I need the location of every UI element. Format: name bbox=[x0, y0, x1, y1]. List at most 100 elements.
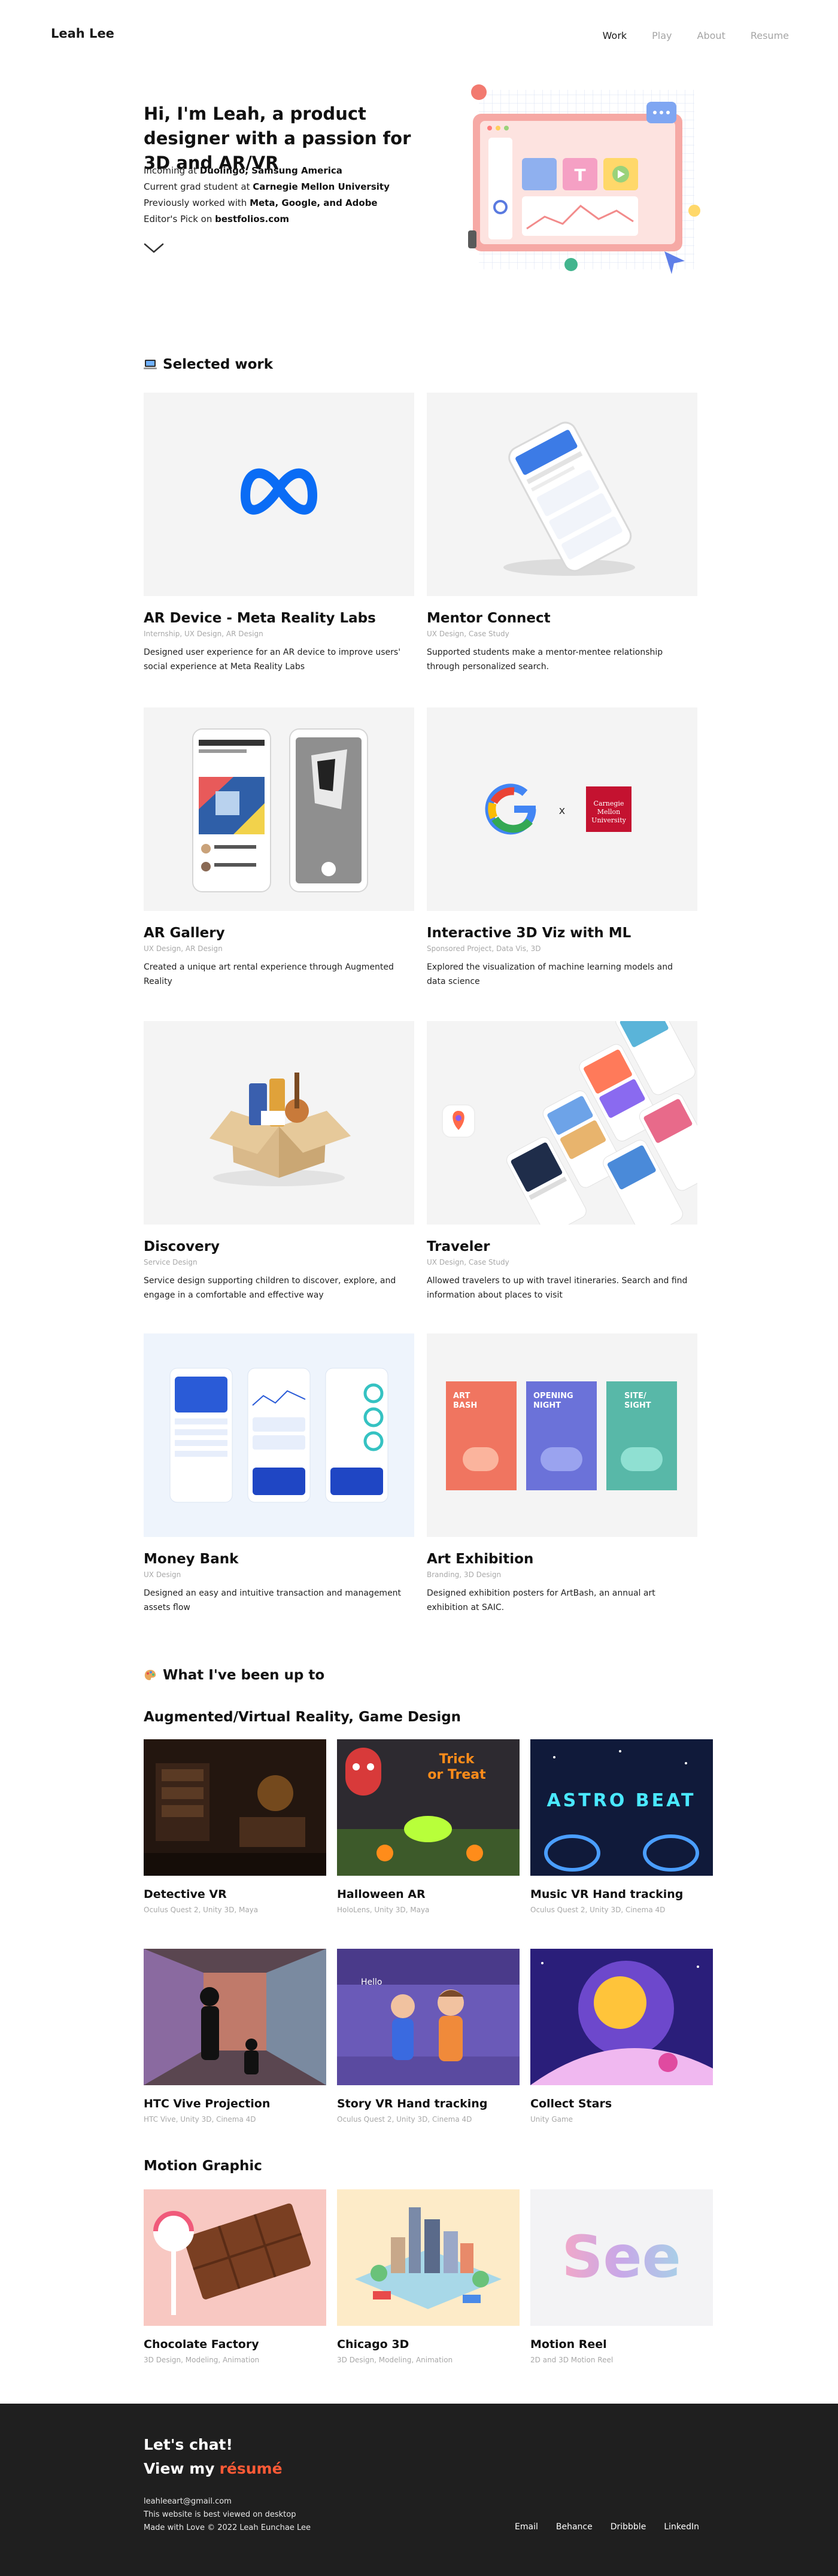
work-card-art-exhibition[interactable]: ART BASH OPENING NIGHT SITE/ SIGHT Art E… bbox=[427, 1333, 697, 1615]
svg-text:See: See bbox=[561, 2223, 681, 2291]
work-desc: Designed exhibition posters for ArtBash,… bbox=[427, 1588, 655, 1612]
footer-link-dribbble[interactable]: Dribbble bbox=[611, 2522, 646, 2532]
work-desc: Designed user experience for an AR devic… bbox=[144, 648, 401, 672]
work-thumb-google-cmu[interactable]: x Carnegie Mellon University bbox=[427, 707, 697, 911]
play-title[interactable]: Story VR Hand tracking bbox=[337, 2097, 520, 2110]
play-title[interactable]: Chicago 3D bbox=[337, 2338, 520, 2351]
play-title[interactable]: Motion Reel bbox=[530, 2338, 713, 2351]
play-thumb-chocolate[interactable] bbox=[144, 2189, 326, 2326]
phone-mockup-icon bbox=[503, 421, 635, 576]
play-title[interactable]: Halloween AR bbox=[337, 1888, 520, 1901]
footer-link-linkedin[interactable]: LinkedIn bbox=[664, 2522, 699, 2532]
play-tags: Unity Game bbox=[530, 2115, 573, 2124]
selected-work-title: Selected work bbox=[163, 357, 274, 372]
work-desc: Supported students make a mentor-mentee … bbox=[427, 648, 663, 672]
play-thumb-chicago[interactable] bbox=[337, 2189, 520, 2326]
work-title[interactable]: Interactive 3D Viz with ML bbox=[427, 925, 697, 941]
play-thumb-astrobeat[interactable]: ASTRO BEAT bbox=[530, 1739, 713, 1876]
work-thumb-art-exhibition[interactable]: ART BASH OPENING NIGHT SITE/ SIGHT bbox=[427, 1333, 697, 1537]
work-card-ar-device[interactable]: AR Device - Meta Reality Labs Internship… bbox=[144, 393, 414, 674]
play-thumb-htc[interactable] bbox=[144, 1949, 326, 2085]
footer-email[interactable]: leahleeart@gmail.com bbox=[144, 2497, 232, 2506]
svg-text:SITE/: SITE/ bbox=[624, 1392, 646, 1401]
work-desc: Created a unique art rental experience t… bbox=[144, 962, 394, 986]
chocolate-scene bbox=[144, 2189, 326, 2326]
scroll-down-chevron-icon[interactable] bbox=[144, 242, 164, 254]
play-card-chocolate-factory[interactable]: Chocolate Factory 3D Design, Modeling, A… bbox=[144, 2189, 326, 2364]
play-card-detective-vr[interactable]: Detective VR Oculus Quest 2, Unity 3D, M… bbox=[144, 1739, 326, 1914]
work-thumb-mentor[interactable] bbox=[427, 393, 697, 596]
work-title[interactable]: Traveler bbox=[427, 1239, 697, 1254]
work-thumb-money-bank[interactable] bbox=[144, 1333, 414, 1537]
work-title[interactable]: AR Gallery bbox=[144, 925, 414, 941]
play-thumb-detective[interactable] bbox=[144, 1739, 326, 1876]
toy-box-icon bbox=[210, 1073, 351, 1186]
travel-app-screens-icon bbox=[442, 1021, 697, 1225]
play-tags: 2D and 3D Motion Reel bbox=[530, 2356, 614, 2364]
svg-text:or Treat: or Treat bbox=[427, 1767, 486, 1782]
play-title[interactable]: HTC Vive Projection bbox=[144, 2097, 326, 2110]
work-title[interactable]: Money Bank bbox=[144, 1551, 414, 1567]
play-thumb-motion-reel[interactable]: See bbox=[530, 2189, 713, 2326]
svg-text:ART: ART bbox=[453, 1392, 470, 1401]
svg-text:ASTRO BEAT: ASTRO BEAT bbox=[546, 1790, 696, 1811]
work-tags: UX Design bbox=[144, 1570, 181, 1579]
play-title[interactable]: Chocolate Factory bbox=[144, 2338, 326, 2351]
work-tags: Sponsored Project, Data Vis, 3D bbox=[427, 944, 541, 953]
play-thumb-collect-stars[interactable] bbox=[530, 1949, 713, 2085]
work-card-traveler[interactable]: Traveler UX Design, Case Study Allowed t… bbox=[427, 1021, 697, 1302]
work-card-money-bank[interactable]: Money Bank UX Design Designed an easy an… bbox=[144, 1333, 414, 1615]
work-title[interactable]: Mentor Connect bbox=[427, 610, 697, 626]
projection-room-scene bbox=[144, 1949, 326, 2085]
nav-play[interactable]: Play bbox=[652, 30, 672, 41]
svg-text:Trick: Trick bbox=[439, 1752, 475, 1767]
svg-text:Hello: Hello bbox=[361, 1977, 382, 1987]
work-thumb-meta[interactable] bbox=[144, 393, 414, 596]
work-thumb-ar-gallery[interactable] bbox=[144, 707, 414, 911]
play-title[interactable]: Detective VR bbox=[144, 1888, 326, 1901]
ar-vr-heading: Augmented/Virtual Reality, Game Design bbox=[144, 1709, 461, 1725]
play-title[interactable]: Music VR Hand tracking bbox=[530, 1888, 713, 1901]
play-card-collect-stars[interactable]: Collect Stars Unity Game bbox=[530, 1949, 713, 2124]
nav-about[interactable]: About bbox=[697, 30, 725, 41]
footer-view-label: View my bbox=[144, 2460, 215, 2477]
work-desc: Service design supporting children to di… bbox=[144, 1276, 396, 1300]
hero-illustration: T bbox=[468, 84, 700, 274]
play-card-motion-reel[interactable]: See Motion Reel 2D and 3D Motion Reel bbox=[530, 2189, 713, 2364]
brand-logo[interactable]: Leah Lee bbox=[51, 26, 114, 41]
footer-link-email[interactable]: Email bbox=[515, 2522, 538, 2532]
play-card-halloween-ar[interactable]: Trick or Treat Halloween AR HoloLens, Un… bbox=[337, 1739, 520, 1914]
work-card-3d-viz[interactable]: x Carnegie Mellon University Interactive… bbox=[427, 707, 697, 989]
play-title[interactable]: Collect Stars bbox=[530, 2097, 713, 2110]
app-screens-icon bbox=[192, 728, 368, 892]
motion-heading: Motion Graphic bbox=[144, 2158, 262, 2174]
selected-work-heading: Selected work bbox=[144, 357, 273, 372]
play-card-chicago-3d[interactable]: Chicago 3D 3D Design, Modeling, Animatio… bbox=[337, 2189, 520, 2364]
work-desc: Allowed travelers to up with travel itin… bbox=[427, 1276, 688, 1300]
hero-line-3: Previously worked with Meta, Google, and… bbox=[144, 198, 378, 208]
footer-resume-link[interactable]: résumé bbox=[220, 2460, 283, 2477]
work-title[interactable]: Discovery bbox=[144, 1239, 414, 1254]
nav-links: Work Play About Resume bbox=[603, 30, 789, 41]
play-thumb-halloween[interactable]: Trick or Treat bbox=[337, 1739, 520, 1876]
halloween-scene: Trick or Treat bbox=[337, 1739, 520, 1876]
work-card-ar-gallery[interactable]: AR Gallery UX Design, AR Design Created … bbox=[144, 707, 414, 989]
footer-link-behance[interactable]: Behance bbox=[556, 2522, 593, 2532]
play-card-htc-vive[interactable]: HTC Vive Projection HTC Vive, Unity 3D, … bbox=[144, 1949, 326, 2124]
footer-chat: Let's chat! bbox=[144, 2436, 233, 2453]
play-card-music-vr[interactable]: ASTRO BEAT Music VR Hand tracking Oculus… bbox=[530, 1739, 713, 1914]
work-thumb-discovery[interactable] bbox=[144, 1021, 414, 1225]
work-card-discovery[interactable]: Discovery Service Design Service design … bbox=[144, 1021, 414, 1302]
nav-work[interactable]: Work bbox=[603, 30, 627, 41]
work-title[interactable]: AR Device - Meta Reality Labs bbox=[144, 610, 414, 626]
work-tags: UX Design, Case Study bbox=[427, 630, 509, 638]
work-card-mentor-connect[interactable]: Mentor Connect UX Design, Case Study Sup… bbox=[427, 393, 697, 674]
work-desc: Designed an easy and intuitive transacti… bbox=[144, 1588, 402, 1612]
work-title[interactable]: Art Exhibition bbox=[427, 1551, 697, 1567]
play-card-story-vr[interactable]: Hello Story VR Hand tracking Oculus Ques… bbox=[337, 1949, 520, 2124]
nav-resume[interactable]: Resume bbox=[751, 30, 789, 41]
work-thumb-traveler[interactable] bbox=[427, 1021, 697, 1225]
cmu-logo-line2: Mellon bbox=[597, 808, 621, 816]
play-thumb-story[interactable]: Hello bbox=[337, 1949, 520, 2085]
footer-links: Email Behance Dribbble LinkedIn bbox=[515, 2522, 699, 2532]
